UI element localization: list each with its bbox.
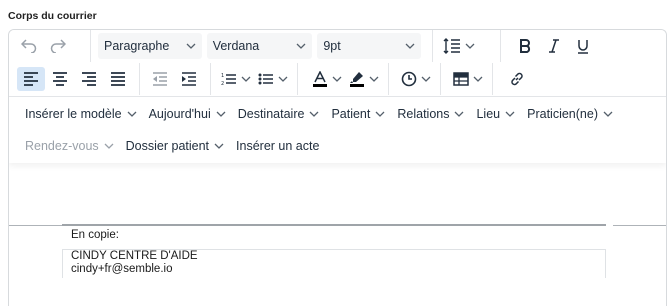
chevron-down-icon xyxy=(104,143,114,149)
menu-destinataire[interactable]: Destinataire xyxy=(232,102,326,126)
menu-relations[interactable]: Relations xyxy=(391,102,470,126)
menu-aujourdhui[interactable]: Aujourd'hui xyxy=(143,102,232,126)
menu-label: Aujourd'hui xyxy=(148,106,211,121)
table-icon xyxy=(453,72,469,86)
chevron-down-icon xyxy=(309,111,319,117)
chevron-down-icon xyxy=(603,111,613,117)
menu-inserer-modele[interactable]: Insérer le modèle xyxy=(19,102,143,126)
menu-dossier-patient[interactable]: Dossier patient xyxy=(120,134,230,158)
bullet-list-icon xyxy=(258,73,273,85)
custom-menu-row-1: Insérer le modèle Aujourd'hui Destinatai… xyxy=(9,96,666,130)
copy-recipient-name: CINDY CENTRE D'AIDE xyxy=(71,250,198,262)
font-size-value: 9pt xyxy=(323,39,341,53)
chevron-down-icon xyxy=(278,76,288,82)
table-button[interactable] xyxy=(449,67,485,91)
underline-icon[interactable] xyxy=(569,34,597,58)
font-family-value: Verdana xyxy=(212,39,260,53)
text-style-group xyxy=(501,30,604,62)
history-group xyxy=(9,30,91,62)
menu-praticien[interactable]: Praticien(ne) xyxy=(521,102,619,126)
format-group: Paragraphe Verdana 9pt xyxy=(91,30,433,62)
page-break-line xyxy=(62,224,606,226)
chevron-down-icon xyxy=(216,111,226,117)
menu-rendez-vous[interactable]: Rendez-vous xyxy=(19,134,120,158)
toolbar-row-1: Paragraphe Verdana 9pt xyxy=(9,30,666,62)
chevron-down-icon xyxy=(332,76,342,82)
color-group xyxy=(298,63,389,95)
menu-lieu[interactable]: Lieu xyxy=(470,102,521,126)
text-color-icon xyxy=(313,71,327,87)
toolbar-row-2: 12 xyxy=(9,63,666,95)
align-right-icon[interactable] xyxy=(75,67,103,91)
menu-inserer-acte[interactable]: Insérer un acte xyxy=(230,134,325,158)
numbered-list-icon: 12 xyxy=(221,73,236,86)
bold-icon[interactable] xyxy=(511,34,539,58)
line-height-icon xyxy=(443,38,460,54)
highlight-button[interactable] xyxy=(345,67,381,91)
align-justify-icon[interactable] xyxy=(104,67,132,91)
chevron-down-icon xyxy=(127,111,137,117)
chevron-down-icon xyxy=(241,76,251,82)
clock-icon xyxy=(401,71,417,87)
menu-label: Praticien(ne) xyxy=(527,106,598,121)
menu-patient[interactable]: Patient xyxy=(325,102,391,126)
menu-label: Lieu xyxy=(476,106,501,121)
chevron-down-icon xyxy=(505,111,515,117)
chevron-down-icon xyxy=(369,76,379,82)
font-size-select[interactable]: 9pt xyxy=(317,33,422,59)
table-group xyxy=(441,63,493,95)
chevron-down-icon xyxy=(465,43,475,49)
alignment-group xyxy=(9,63,140,95)
block-format-value: Paragraphe xyxy=(104,39,170,53)
menu-label: Relations xyxy=(397,106,450,121)
insert-time-button[interactable] xyxy=(397,67,433,91)
page-break-line xyxy=(613,225,666,226)
link-group xyxy=(493,63,538,95)
line-height-button[interactable] xyxy=(439,34,477,58)
link-icon[interactable] xyxy=(503,67,531,91)
menu-label: Dossier patient xyxy=(125,139,210,153)
section-label: Corps du courrier xyxy=(8,10,97,22)
highlight-icon xyxy=(350,72,364,87)
menu-label: Destinataire xyxy=(237,106,305,121)
svg-text:2: 2 xyxy=(221,81,224,86)
rich-text-editor: Paragraphe Verdana 9pt 1 2 Insérer le mo… xyxy=(8,29,667,306)
undo-icon[interactable] xyxy=(15,34,43,58)
numbered-list-button[interactable]: 12 xyxy=(217,67,253,91)
line-height-group xyxy=(433,30,501,62)
bullet-list-button[interactable] xyxy=(254,67,290,91)
chevron-down-icon xyxy=(405,43,415,49)
chevron-down-icon xyxy=(186,43,196,49)
menu-label: Insérer le modèle xyxy=(25,106,122,121)
menu-label: Rendez-vous xyxy=(25,139,99,153)
chevron-down-icon xyxy=(473,76,483,82)
font-family-select[interactable]: Verdana xyxy=(206,33,313,59)
redo-icon[interactable] xyxy=(44,34,72,58)
list-group: 12 xyxy=(211,63,298,95)
block-format-select[interactable]: Paragraphe xyxy=(98,33,202,59)
text-color-button[interactable] xyxy=(308,67,344,91)
outdent-icon[interactable] xyxy=(146,67,174,91)
svg-text:1: 1 xyxy=(221,73,224,79)
align-center-icon[interactable] xyxy=(46,67,74,91)
align-left-icon[interactable] xyxy=(17,67,45,91)
time-group xyxy=(389,63,441,95)
editor-toolbar: Paragraphe Verdana 9pt 1 2 Insérer le mo… xyxy=(9,30,666,163)
chevron-down-icon xyxy=(214,143,224,149)
menu-label: Patient xyxy=(331,106,371,121)
editor-content[interactable]: En copie: CINDY CENTRE D'AIDE cindy+fr@s… xyxy=(9,163,666,306)
page-break-line xyxy=(9,225,62,226)
custom-menu-row-2: Rendez-vous Dossier patient Insérer un a… xyxy=(9,130,666,162)
chevron-down-icon xyxy=(375,111,385,117)
chevron-down-icon xyxy=(455,111,464,117)
copy-label: En copie: xyxy=(71,229,119,241)
menu-label: Insérer un acte xyxy=(236,139,320,153)
copy-recipient-email: cindy+fr@semble.io xyxy=(71,263,173,275)
chevron-down-icon xyxy=(421,76,431,82)
indent-group xyxy=(140,63,211,95)
chevron-down-icon xyxy=(296,43,306,49)
indent-icon[interactable] xyxy=(175,67,203,91)
italic-icon[interactable] xyxy=(540,34,568,58)
